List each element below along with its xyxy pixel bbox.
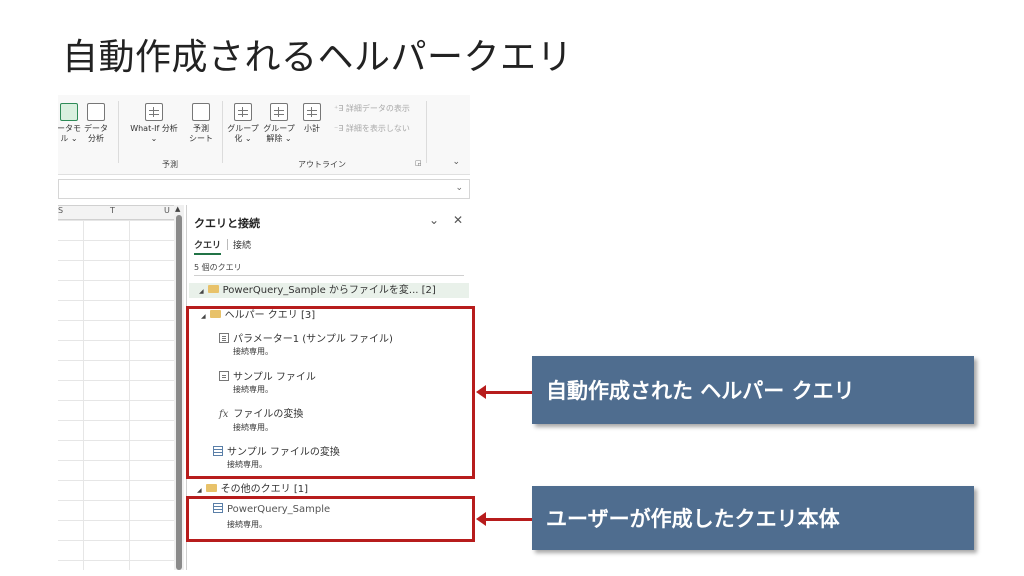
- subtotal-button[interactable]: 小計: [298, 103, 326, 134]
- ribbon-separator: [222, 101, 223, 163]
- close-icon[interactable]: ✕: [453, 213, 463, 227]
- vertical-scrollbar[interactable]: ▲: [174, 205, 184, 570]
- ribbon-separator: [118, 101, 119, 163]
- ribbon: ータモ ル ⌄ データ 分析 What-If 分析 ⌄ 予測 シート 予測 グル…: [58, 95, 470, 175]
- column-header[interactable]: S: [58, 206, 63, 220]
- column-header[interactable]: T: [110, 206, 115, 220]
- ribbon-group-outline: アウトライン: [298, 160, 346, 169]
- ungroup-icon: [270, 103, 288, 121]
- column-header[interactable]: U: [164, 206, 170, 220]
- ungroup-button[interactable]: グループ 解除 ⌄: [262, 103, 296, 144]
- dialog-launcher-icon[interactable]: ◲: [415, 159, 422, 167]
- expand-triangle-icon: ◢: [199, 288, 204, 295]
- folder-icon: [205, 484, 217, 492]
- show-detail-button[interactable]: ⁺∃ 詳細データの表示: [334, 103, 410, 114]
- hide-detail-icon: ⁻∃: [334, 124, 346, 133]
- data-analysis-button[interactable]: データ 分析: [82, 103, 110, 144]
- pane-title: クエリと接続: [194, 217, 260, 230]
- slide-title: 自動作成されるヘルパークエリ: [62, 37, 574, 78]
- helper-queries-highlight: [186, 306, 475, 479]
- show-detail-icon: ⁺∃: [334, 104, 346, 113]
- what-if-analysis-button[interactable]: What-If 分析 ⌄: [124, 103, 184, 144]
- subtotal-icon: [303, 103, 321, 121]
- scrollbar-thumb[interactable]: [176, 215, 182, 570]
- arrow-left-icon: [476, 512, 532, 526]
- ribbon-collapse-icon[interactable]: ⌄: [452, 157, 460, 167]
- callout-user-query: ユーザーが作成したクエリ本体: [532, 486, 974, 550]
- folder-icon: [207, 285, 219, 293]
- tab-queries[interactable]: クエリ: [194, 238, 222, 255]
- query-group-other[interactable]: ◢ その他のクエリ [1]: [197, 480, 308, 495]
- forecast-icon: [192, 103, 210, 121]
- data-model-icon: [60, 103, 78, 121]
- arrow-left-icon: [476, 385, 532, 399]
- user-query-highlight: [186, 496, 475, 542]
- query-count: 5 個のクエリ: [194, 263, 242, 272]
- column-header-row: S T U: [58, 206, 174, 220]
- what-if-icon: [145, 103, 163, 121]
- expand-triangle-icon: ◢: [197, 487, 202, 494]
- group-button[interactable]: グループ 化 ⌄: [226, 103, 260, 144]
- ribbon-group-forecast: 予測: [162, 160, 178, 169]
- expand-formula-bar-icon[interactable]: ⌄: [455, 183, 463, 193]
- pane-options-icon[interactable]: ⌄: [429, 213, 439, 227]
- divider: [194, 275, 464, 276]
- callout-helper-queries: 自動作成された ヘルパー クエリ: [532, 356, 974, 424]
- formula-bar[interactable]: ⌄: [58, 179, 470, 199]
- group-icon: [234, 103, 252, 121]
- scroll-up-icon[interactable]: ▲: [175, 205, 180, 213]
- query-group-powerquery-sample[interactable]: ◢ PowerQuery_Sample からファイルを変... [2]: [189, 283, 469, 298]
- forecast-sheet-button[interactable]: 予測 シート: [186, 103, 216, 144]
- worksheet-grid[interactable]: S T U: [58, 205, 174, 570]
- tab-connections[interactable]: 接続: [233, 238, 251, 251]
- data-analysis-icon: [87, 103, 105, 121]
- hide-detail-button[interactable]: ⁻∃ 詳細を表示しない: [334, 123, 410, 134]
- tab-divider: [227, 239, 228, 250]
- ribbon-separator: [426, 101, 427, 163]
